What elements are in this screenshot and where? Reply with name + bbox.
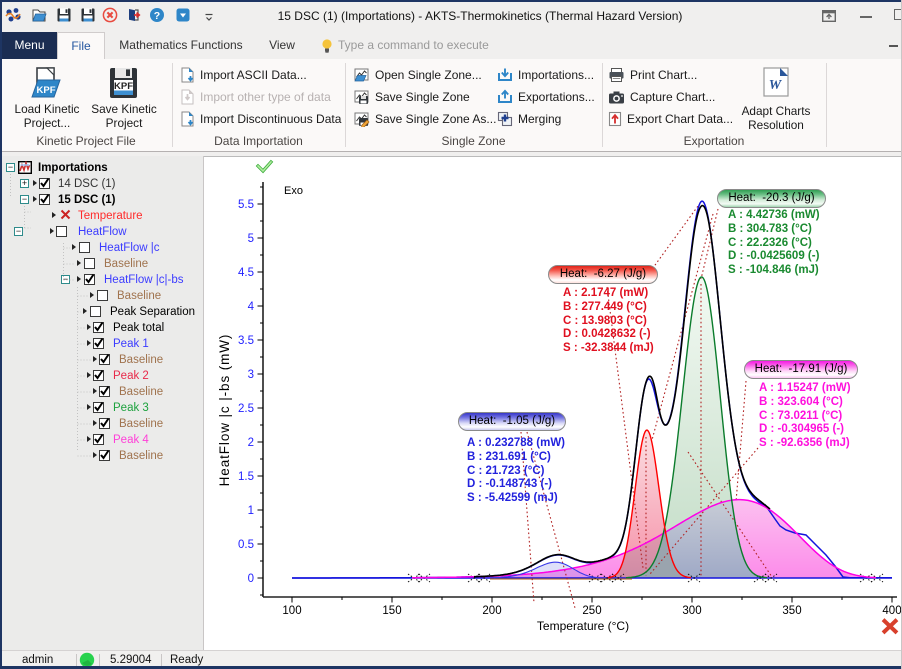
svg-text:2: 2 bbox=[248, 437, 254, 449]
svg-text:100: 100 bbox=[282, 605, 301, 617]
svg-text:3: 3 bbox=[248, 369, 254, 381]
svg-text:2.5: 2.5 bbox=[238, 403, 254, 415]
svg-text:150: 150 bbox=[382, 605, 401, 617]
svg-text:Temperature (°C): Temperature (°C) bbox=[537, 619, 629, 633]
svg-text:200: 200 bbox=[482, 605, 501, 617]
svg-text:1.5: 1.5 bbox=[238, 471, 254, 483]
svg-text:HeatFlow |c |-bs (mW): HeatFlow |c |-bs (mW) bbox=[217, 334, 232, 487]
svg-text:0.5: 0.5 bbox=[238, 539, 254, 551]
svg-text:4: 4 bbox=[248, 301, 255, 313]
svg-text:3.5: 3.5 bbox=[238, 335, 254, 347]
svg-text:300: 300 bbox=[682, 605, 701, 617]
svg-text:0: 0 bbox=[248, 573, 254, 585]
svg-text:4.5: 4.5 bbox=[238, 267, 254, 279]
svg-text:250: 250 bbox=[582, 605, 601, 617]
svg-text:5.5: 5.5 bbox=[238, 199, 254, 211]
svg-text:1: 1 bbox=[248, 505, 254, 517]
svg-text:Exo: Exo bbox=[284, 185, 303, 197]
svg-text:350: 350 bbox=[782, 605, 801, 617]
svg-text:400: 400 bbox=[882, 605, 901, 617]
svg-text:5: 5 bbox=[248, 233, 254, 245]
